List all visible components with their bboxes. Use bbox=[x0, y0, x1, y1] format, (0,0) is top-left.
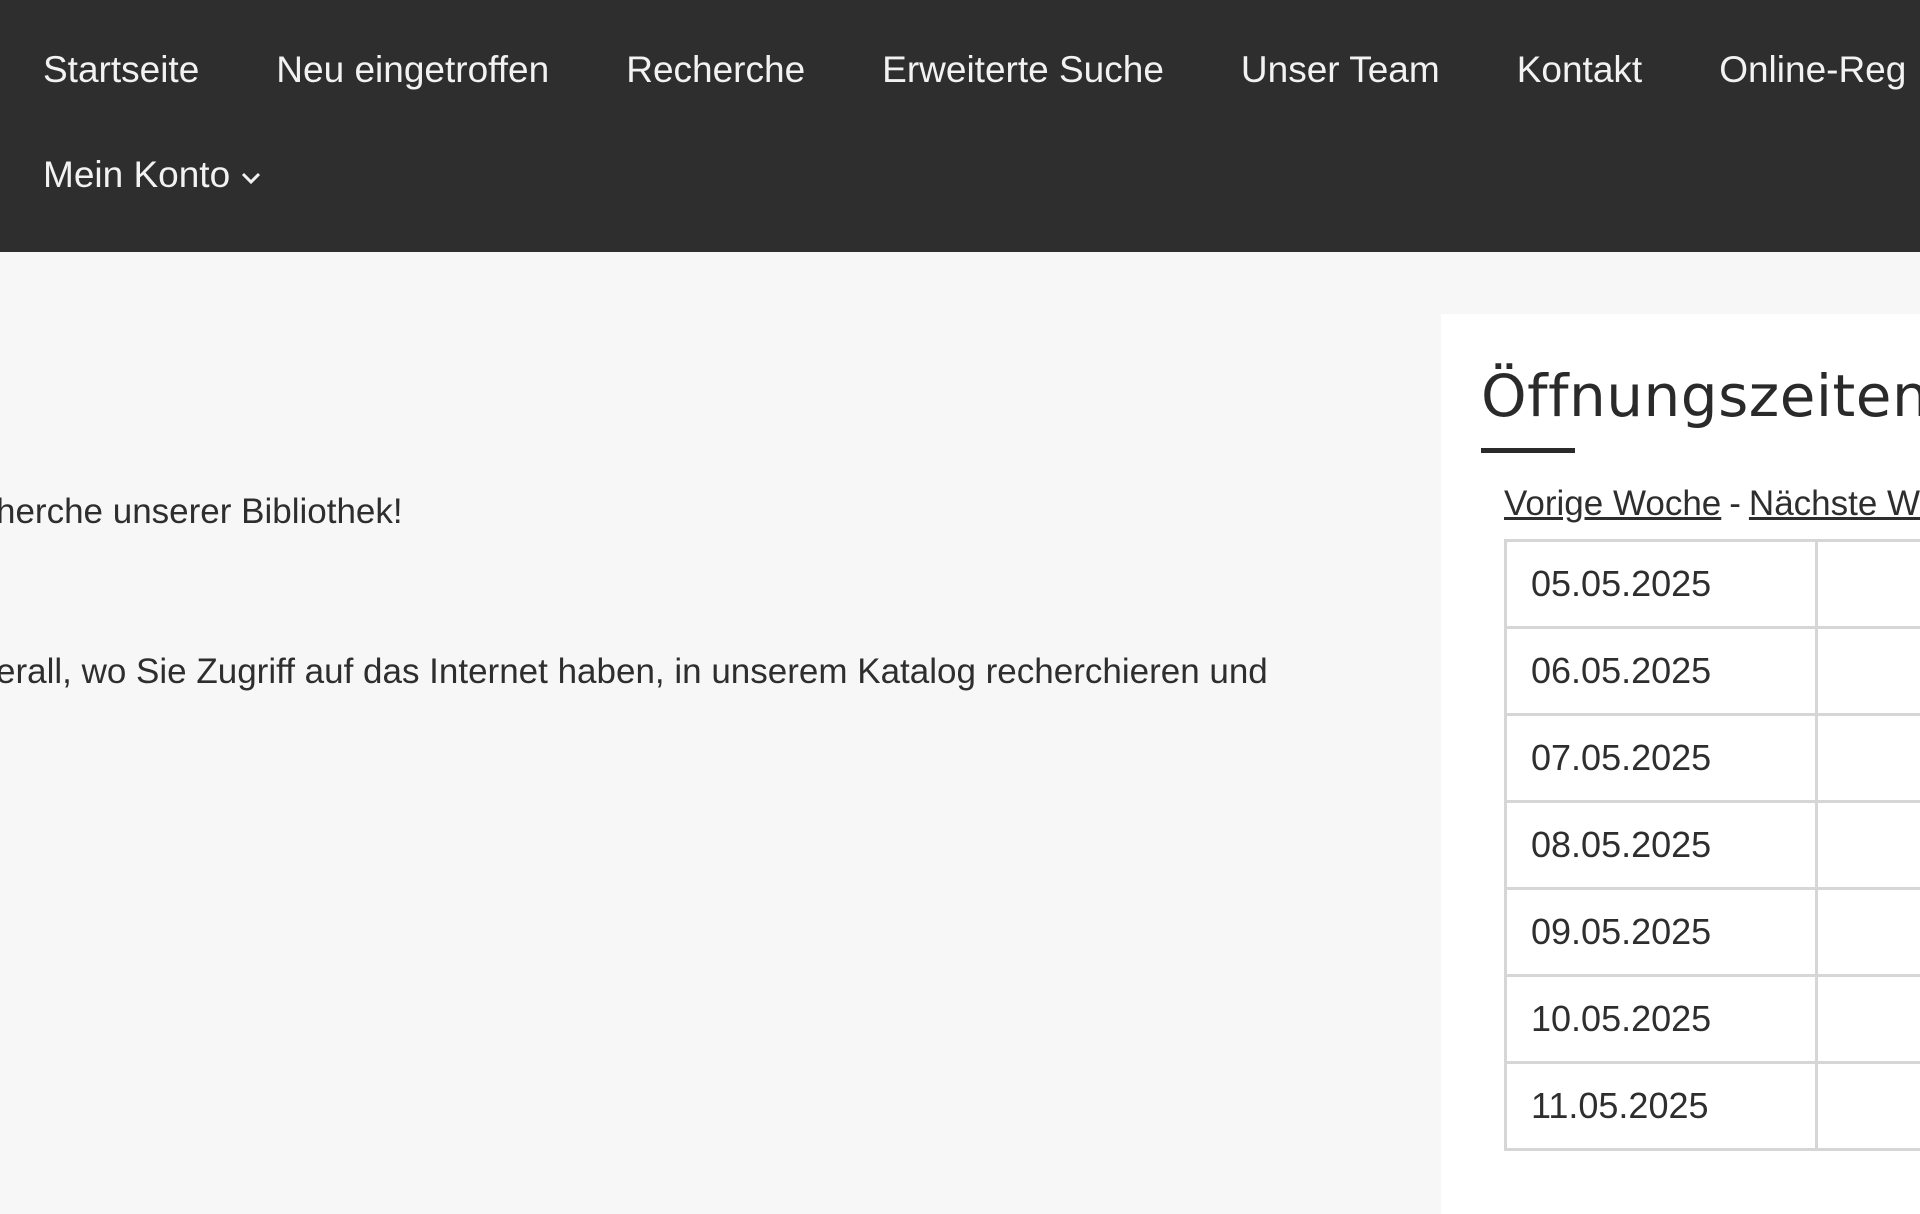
table-row: 05.05.2025 bbox=[1506, 541, 1920, 628]
date-cell: 07.05.2025 bbox=[1506, 715, 1817, 802]
nav-item-unser-team[interactable]: Unser Team bbox=[1241, 48, 1440, 92]
hours-cell bbox=[1817, 976, 1920, 1063]
nav-item-recherche[interactable]: Recherche bbox=[626, 48, 805, 92]
date-cell: 06.05.2025 bbox=[1506, 628, 1817, 715]
hours-cell bbox=[1817, 715, 1920, 802]
table-row: 09.05.2025 bbox=[1506, 889, 1920, 976]
table-row: 06.05.2025 bbox=[1506, 628, 1920, 715]
title-underline bbox=[1481, 448, 1575, 453]
top-navbar: Startseite Neu eingetroffen Recherche Er… bbox=[0, 0, 1920, 252]
nav-item-erweiterte-suche[interactable]: Erweiterte Suche bbox=[882, 48, 1164, 92]
intro-text: erall, wo Sie Zugriff auf das Internet h… bbox=[0, 652, 1268, 692]
nav-item-online-registrierung[interactable]: Online-Reg bbox=[1719, 48, 1906, 92]
nav-row-secondary: Mein Konto bbox=[43, 153, 339, 199]
date-cell: 10.05.2025 bbox=[1506, 976, 1817, 1063]
nav-item-mein-konto[interactable]: Mein Konto bbox=[43, 153, 262, 199]
nav-row-primary: Startseite Neu eingetroffen Recherche Er… bbox=[43, 48, 1920, 92]
chevron-down-icon bbox=[240, 151, 262, 195]
nav-item-kontakt[interactable]: Kontakt bbox=[1517, 48, 1642, 92]
hours-cell bbox=[1817, 889, 1920, 976]
table-row: 10.05.2025 bbox=[1506, 976, 1920, 1063]
table-row: 08.05.2025 bbox=[1506, 802, 1920, 889]
hours-cell bbox=[1817, 628, 1920, 715]
date-cell: 11.05.2025 bbox=[1506, 1063, 1817, 1150]
date-cell: 09.05.2025 bbox=[1506, 889, 1817, 976]
hours-cell bbox=[1817, 1063, 1920, 1150]
welcome-text: herche unserer Bibliothek! bbox=[0, 492, 403, 532]
next-week-link[interactable]: Nächste W bbox=[1749, 484, 1920, 523]
date-cell: 08.05.2025 bbox=[1506, 802, 1817, 889]
week-navigation: Vorige Woche-Nächste W bbox=[1504, 484, 1920, 524]
opening-hours-table: 05.05.2025 06.05.2025 07.05.2025 08.05.2… bbox=[1504, 539, 1920, 1151]
date-cell: 05.05.2025 bbox=[1506, 541, 1817, 628]
nav-item-neu-eingetroffen[interactable]: Neu eingetroffen bbox=[276, 48, 549, 92]
previous-week-link[interactable]: Vorige Woche bbox=[1504, 484, 1721, 523]
opening-hours-widget: Öffnungszeiten Vorige Woche-Nächste W 05… bbox=[1441, 314, 1920, 1214]
week-nav-separator: - bbox=[1729, 484, 1741, 523]
table-row: 11.05.2025 bbox=[1506, 1063, 1920, 1150]
nav-item-startseite[interactable]: Startseite bbox=[43, 48, 199, 92]
opening-hours-title: Öffnungszeiten bbox=[1481, 362, 1920, 430]
table-row: 07.05.2025 bbox=[1506, 715, 1920, 802]
hours-cell bbox=[1817, 541, 1920, 628]
hours-cell bbox=[1817, 802, 1920, 889]
mein-konto-label: Mein Konto bbox=[43, 154, 230, 195]
